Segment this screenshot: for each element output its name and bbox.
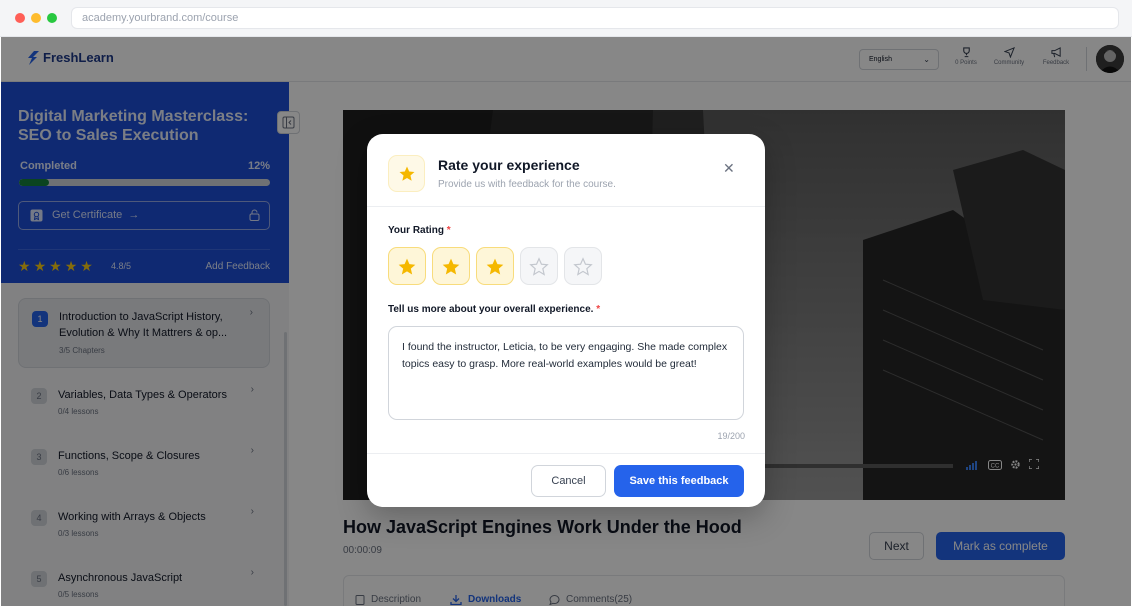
rating-star-2[interactable] [432,247,470,285]
required-mark: * [596,304,601,315]
window-close-dot[interactable] [15,13,25,23]
window-maximize-dot[interactable] [47,13,57,23]
character-counter: 19/200 [717,431,745,441]
modal-title: Rate your experience [438,157,580,173]
experience-label-text: Tell us more about your overall experien… [388,304,594,315]
modal-icon-badge [388,155,425,192]
rating-label-text: Your Rating [388,225,444,236]
star-icon [399,166,414,181]
modal-subtitle: Provide us with feedback for the course. [438,179,616,190]
feedback-textarea[interactable]: I found the instructor, Leticia, to be v… [388,326,744,420]
save-feedback-button[interactable]: Save this feedback [614,465,744,497]
modal-footer-divider [367,453,765,454]
close-icon[interactable]: ✕ [723,161,735,175]
browser-toolbar: academy.yourbrand.com/course [0,0,1132,37]
rating-star-1[interactable] [388,247,426,285]
experience-label: Tell us more about your overall experien… [388,304,600,315]
rating-star-5[interactable] [564,247,602,285]
window-minimize-dot[interactable] [31,13,41,23]
rating-star-4[interactable] [520,247,558,285]
rating-star-3[interactable] [476,247,514,285]
rating-label: Your Rating * [388,225,451,236]
rate-experience-modal: Rate your experience Provide us with fee… [367,134,765,507]
address-bar[interactable]: academy.yourbrand.com/course [71,7,1119,29]
cancel-button[interactable]: Cancel [531,465,606,497]
required-mark: * [446,225,451,236]
modal-divider [367,206,765,207]
